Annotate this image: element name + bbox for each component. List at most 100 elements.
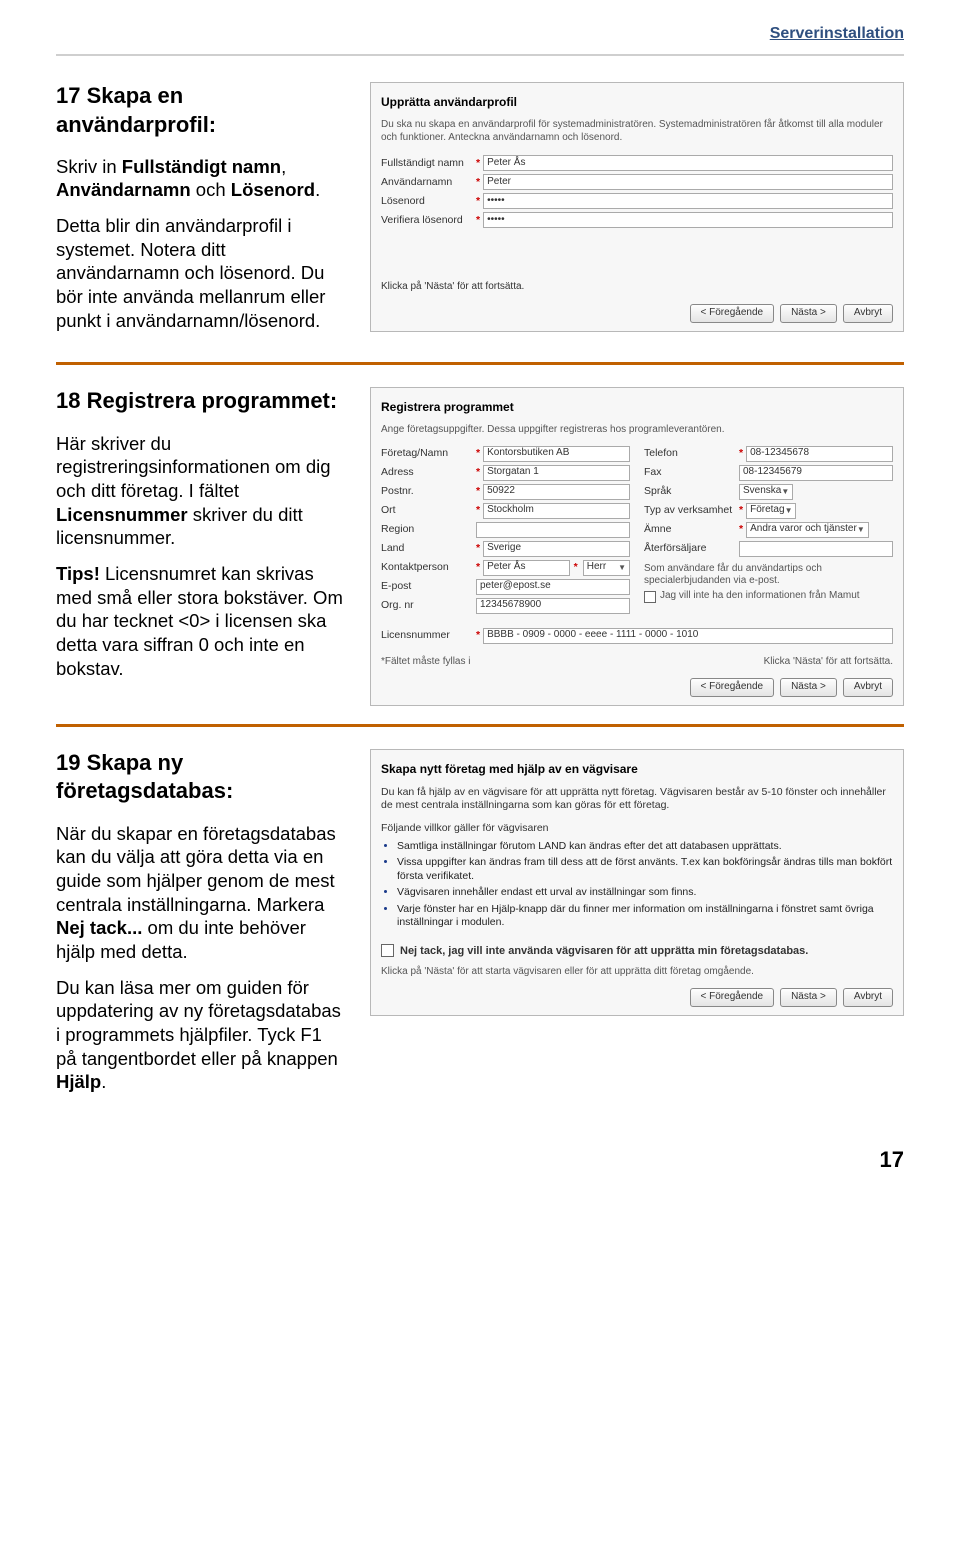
title-select[interactable]: Herr▼ bbox=[583, 560, 630, 576]
required-star: * bbox=[574, 561, 578, 574]
wiz-sub: Följande villkor gäller för vägvisaren bbox=[381, 822, 893, 835]
sec17-p1: Skriv in Fullständigt namn, Användarnamn… bbox=[56, 155, 346, 202]
t: När du skapar en företagsdatabas kan du … bbox=[56, 823, 336, 915]
required-star: * bbox=[739, 523, 743, 536]
chevron-down-icon: ▼ bbox=[785, 506, 793, 516]
lbl: Adress bbox=[381, 466, 476, 479]
prev-button[interactable]: < Föregående bbox=[690, 678, 775, 697]
wiz-foot: Klicka på 'Nästa' för att starta vägvisa… bbox=[381, 966, 893, 979]
prev-button[interactable]: < Föregående bbox=[690, 988, 775, 1007]
shot17-title: Upprätta användarprofil bbox=[381, 95, 893, 110]
lbl: Användarnamn bbox=[381, 176, 476, 189]
sec17-title: 17 Skapa en användarprofil: bbox=[56, 82, 346, 138]
next-button[interactable]: Nästa > bbox=[780, 304, 837, 323]
screenshot-18: Registrera programmet Ange företagsuppgi… bbox=[370, 387, 904, 706]
t: . bbox=[315, 179, 320, 200]
lbl: Region bbox=[381, 523, 476, 536]
no-thanks-checkbox[interactable] bbox=[381, 944, 394, 957]
username-field[interactable]: Peter bbox=[483, 174, 893, 190]
sec18-p2: Tips! Licensnumret kan skrivas med små e… bbox=[56, 562, 346, 680]
t: . bbox=[101, 1071, 106, 1092]
postnr-field[interactable]: 50922 bbox=[483, 484, 630, 500]
t: Lösenord bbox=[231, 179, 315, 200]
section-divider bbox=[56, 724, 904, 727]
required-star: * bbox=[476, 504, 480, 517]
t: Företag bbox=[750, 504, 784, 517]
lbl: Licensnummer bbox=[381, 629, 476, 642]
lbl: Ort bbox=[381, 504, 476, 517]
required-star: * bbox=[739, 504, 743, 517]
lbl: Land bbox=[381, 542, 476, 555]
req-note: *Fältet måste fyllas i bbox=[381, 656, 470, 669]
shot19-title: Skapa nytt företag med hjälp av en vägvi… bbox=[381, 762, 893, 777]
region-field[interactable] bbox=[476, 522, 630, 538]
lbl: Språk bbox=[644, 485, 739, 498]
contact-field[interactable]: Peter Ås bbox=[483, 560, 570, 576]
required-star: * bbox=[476, 485, 480, 498]
t: Nej tack... bbox=[56, 917, 142, 938]
lbl: Lösenord bbox=[381, 195, 476, 208]
cancel-button[interactable]: Avbryt bbox=[843, 988, 893, 1007]
optout-checkbox[interactable] bbox=[644, 591, 656, 603]
password-verify-field[interactable]: ••••• bbox=[483, 212, 893, 228]
required-star: * bbox=[476, 214, 480, 227]
lbl: Fax bbox=[644, 466, 739, 479]
page-number: 17 bbox=[56, 1146, 904, 1174]
license-field[interactable]: BBBB - 0909 - 0000 - eeee - 1111 - 0000 … bbox=[483, 628, 893, 644]
bullet: Vägvisaren innehåller endast ett urval a… bbox=[397, 886, 893, 899]
bullet: Samtliga inställningar förutom LAND kan … bbox=[397, 840, 893, 853]
reseller-field[interactable] bbox=[739, 541, 893, 557]
sec19-p1: När du skapar en företagsdatabas kan du … bbox=[56, 822, 346, 964]
orgnr-field[interactable]: 12345678900 bbox=[476, 598, 630, 614]
t: Licensnummer bbox=[56, 504, 188, 525]
shot18-intro: Ange företagsuppgifter. Dessa uppgifter … bbox=[381, 424, 893, 437]
t: Herr bbox=[587, 561, 606, 574]
company-field[interactable]: Kontorsbutiken AB bbox=[483, 446, 630, 462]
section-17: 17 Skapa en användarprofil: Skriv in Ful… bbox=[56, 82, 904, 344]
t: Hjälp bbox=[56, 1071, 101, 1092]
bullet: Vissa uppgifter kan ändras fram till des… bbox=[397, 856, 893, 883]
subject-select[interactable]: Andra varor och tjänster▼ bbox=[746, 522, 869, 538]
fax-field[interactable]: 08-12345679 bbox=[739, 465, 893, 481]
required-star: * bbox=[739, 447, 743, 460]
sec17-p2: Detta blir din användarprofil i systemet… bbox=[56, 214, 346, 332]
prev-button[interactable]: < Föregående bbox=[690, 304, 775, 323]
sec18-title: 18 Registrera programmet: bbox=[56, 387, 346, 415]
required-star: * bbox=[476, 195, 480, 208]
required-star: * bbox=[476, 629, 480, 642]
cancel-button[interactable]: Avbryt bbox=[843, 304, 893, 323]
no-thanks-label: Nej tack, jag vill inte använda vägvisar… bbox=[400, 944, 808, 958]
lbl: Företag/Namn bbox=[381, 447, 476, 460]
breadcrumb[interactable]: Serverinstallation bbox=[56, 24, 904, 48]
screenshot-19: Skapa nytt företag med hjälp av en vägvi… bbox=[370, 749, 904, 1016]
address-field[interactable]: Storgatan 1 bbox=[483, 465, 630, 481]
required-star: * bbox=[476, 176, 480, 189]
required-star: * bbox=[476, 542, 480, 555]
next-button[interactable]: Nästa > bbox=[780, 678, 837, 697]
t: Skriv in bbox=[56, 156, 122, 177]
ort-field[interactable]: Stockholm bbox=[483, 503, 630, 519]
language-select[interactable]: Svenska▼ bbox=[739, 484, 793, 500]
required-star: * bbox=[476, 466, 480, 479]
cancel-button[interactable]: Avbryt bbox=[843, 678, 893, 697]
next-button[interactable]: Nästa > bbox=[780, 988, 837, 1007]
password-field[interactable]: ••••• bbox=[483, 193, 893, 209]
section-divider bbox=[56, 362, 904, 365]
biztype-select[interactable]: Företag▼ bbox=[746, 503, 796, 519]
t: Fullständigt namn bbox=[122, 156, 281, 177]
shot17-intro: Du ska nu skapa en användarprofil för sy… bbox=[381, 119, 893, 145]
lbl: Återförsäljare bbox=[644, 542, 739, 555]
click-note: Klicka 'Nästa' för att fortsätta. bbox=[764, 656, 893, 669]
land-field[interactable]: Sverige bbox=[483, 541, 630, 557]
section-18: 18 Registrera programmet: Här skriver du… bbox=[56, 387, 904, 706]
t: Här skriver du registreringsinformatione… bbox=[56, 433, 331, 501]
phone-field[interactable]: 08-12345678 bbox=[746, 446, 893, 462]
t: Andra varor och tjänster bbox=[750, 523, 857, 536]
t: Licensnumret kan skrivas med små eller s… bbox=[56, 563, 343, 679]
t: Du kan läsa mer om guiden för uppdaterin… bbox=[56, 977, 341, 1069]
fullname-field[interactable]: Peter Ås bbox=[483, 155, 893, 171]
email-field[interactable]: peter@epost.se bbox=[476, 579, 630, 595]
lbl: Fullständigt namn bbox=[381, 157, 476, 170]
wiz-intro: Du kan få hjälp av en vägvisare för att … bbox=[381, 786, 893, 813]
required-star: * bbox=[476, 157, 480, 170]
